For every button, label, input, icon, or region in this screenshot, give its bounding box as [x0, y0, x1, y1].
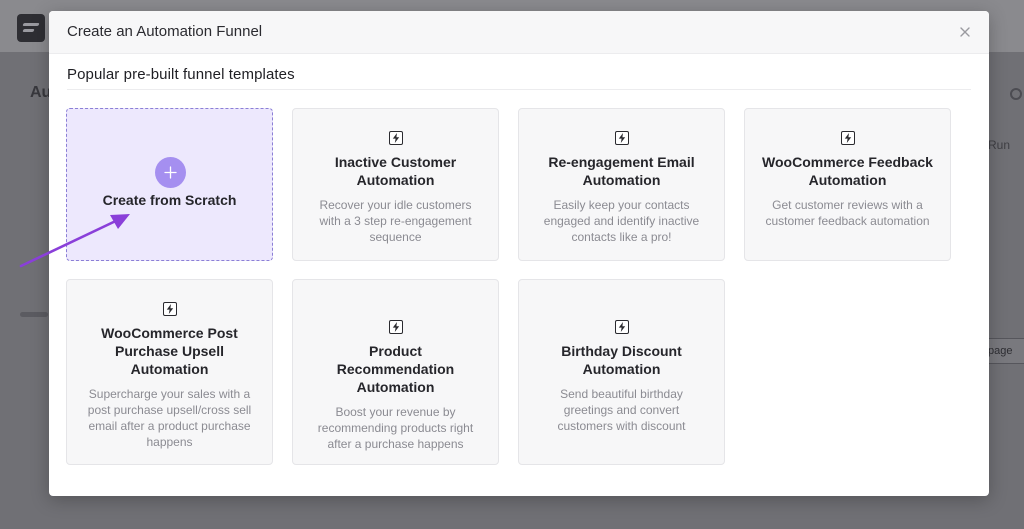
bolt-icon	[388, 320, 403, 334]
template-card-woocommerce-feedback[interactable]: WooCommerce Feedback Automation Get cust…	[744, 108, 951, 261]
template-description: Recover your idle customers with a 3 ste…	[319, 198, 472, 244]
close-icon	[960, 27, 970, 37]
template-title: WooCommerce Feedback Automation	[762, 154, 933, 188]
template-title: Inactive Customer Automation	[334, 154, 457, 188]
template-card-woocommerce-post-purchase-upsell[interactable]: WooCommerce Post Purchase Upsell Automat…	[66, 279, 273, 465]
bolt-icon	[840, 131, 855, 145]
bolt-icon	[614, 131, 629, 145]
section-divider	[67, 89, 971, 90]
annotation-arrow	[19, 214, 130, 268]
bolt-icon	[388, 131, 403, 145]
section-title: Popular pre-built funnel templates	[67, 66, 295, 83]
template-description: Supercharge your sales with a post purch…	[87, 387, 252, 449]
create-from-scratch-label: Create from Scratch	[102, 192, 237, 208]
close-button[interactable]	[955, 22, 975, 42]
template-card-product-recommendation[interactable]: Product Recommendation Automation Boost …	[292, 279, 499, 465]
create-funnel-modal: Create an Automation Funnel Popular pre-…	[49, 11, 989, 496]
bolt-icon	[162, 302, 177, 316]
template-title: Birthday Discount Automation	[561, 343, 682, 377]
template-description: Boost your revenue by recommending produ…	[317, 405, 474, 451]
app-run-label: Run	[988, 138, 1011, 152]
template-card-re-engagement-email[interactable]: Re-engagement Email Automation Easily ke…	[518, 108, 725, 261]
template-card-birthday-discount[interactable]: Birthday Discount Automation Send beauti…	[518, 279, 725, 465]
modal-title: Create an Automation Funnel	[67, 23, 263, 40]
template-description: Easily keep your contacts engaged and id…	[543, 198, 700, 244]
modal-header: Create an Automation Funnel	[49, 11, 989, 54]
template-description: Send beautiful birthday greetings and co…	[557, 387, 686, 433]
app-logo	[17, 14, 45, 42]
gear-icon	[1010, 88, 1022, 100]
plus-icon	[155, 157, 186, 188]
app-scroll-bar	[20, 312, 48, 317]
bolt-icon	[614, 320, 629, 334]
template-title: WooCommerce Post Purchase Upsell Automat…	[101, 325, 238, 377]
template-title: Re-engagement Email Automation	[548, 154, 695, 188]
template-title: Product Recommendation Automation	[336, 343, 455, 395]
template-description: Get customer reviews with a customer fee…	[765, 198, 930, 228]
template-card-inactive-customer[interactable]: Inactive Customer Automation Recover you…	[292, 108, 499, 261]
app-page-button: page	[983, 338, 1024, 364]
